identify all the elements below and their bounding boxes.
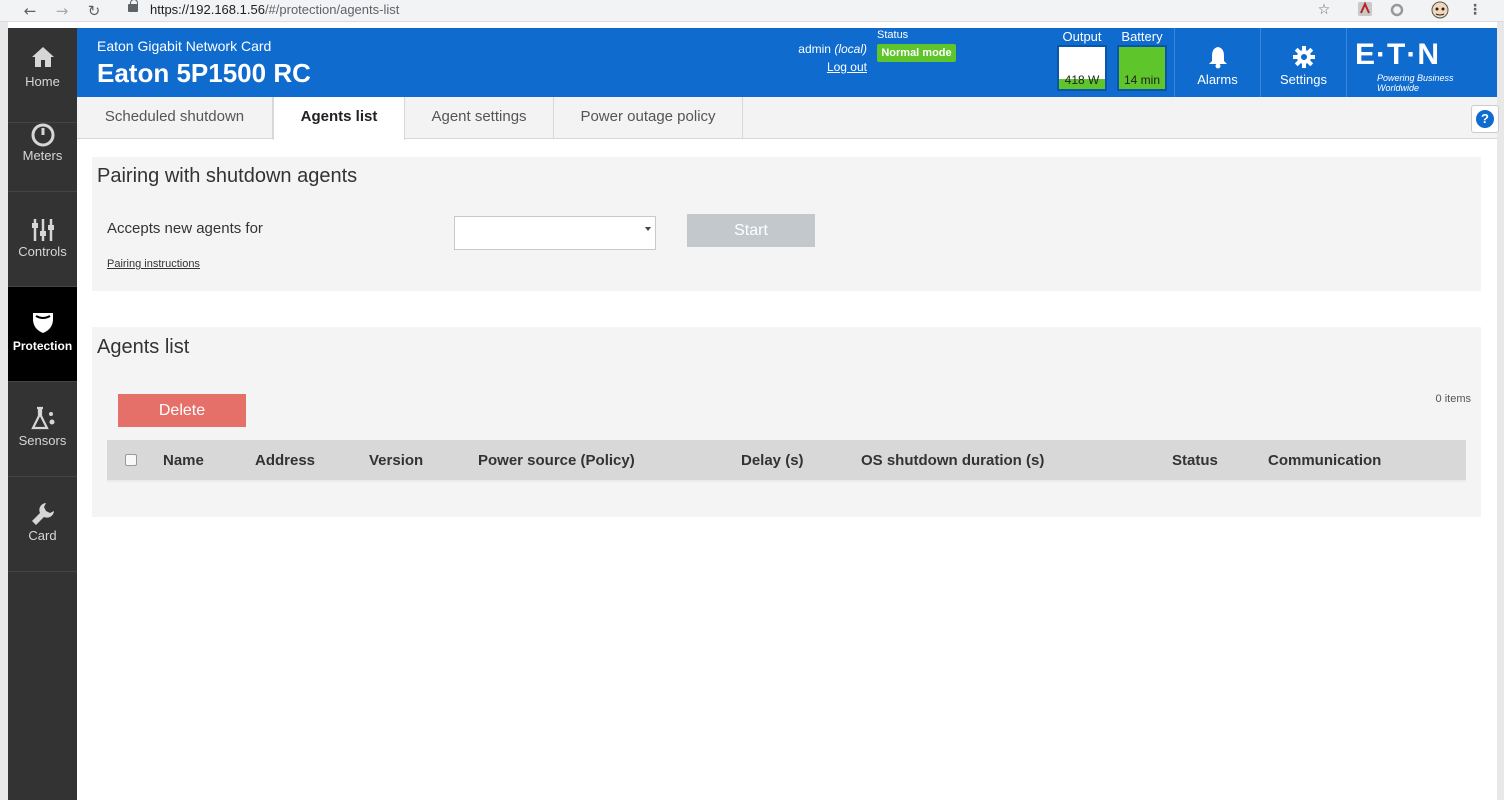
app-header: Eaton Gigabit Network Card Eaton 5P1500 … [77,28,1497,97]
alarms-button[interactable]: Alarms [1174,28,1260,97]
window-frame-right [1497,22,1504,800]
sidebar-item-label: Meters [22,148,63,163]
chevron-down-icon [645,227,651,231]
agents-title: Agents list [97,336,190,358]
settings-label: Settings [1280,72,1327,87]
start-button[interactable]: Start [687,214,815,247]
url-host: https://192.168.1.56 [150,2,265,17]
sidebar-item-controls[interactable]: Controls [8,192,77,287]
user-info: admin (local) [777,42,867,56]
battery-gauge[interactable]: 14 min [1117,45,1167,91]
star-icon[interactable]: ☆ [1314,1,1334,19]
column-header-delay[interactable]: Delay (s) [741,440,804,482]
sidebar-item-protection[interactable]: Protection [8,287,77,382]
help-icon: ? [1476,110,1494,128]
column-header-version[interactable]: Version [369,440,423,482]
accepts-duration-select[interactable] [454,216,656,250]
settings-button[interactable]: Settings [1260,28,1346,97]
logout-link[interactable]: Log out [797,60,867,74]
user-name: admin [798,42,831,56]
back-arrow-icon[interactable]: ← [20,1,40,21]
output-label: Output [1062,29,1102,44]
help-button[interactable]: ? [1471,105,1499,133]
pairing-panel: Pairing with shutdown agents Accepts new… [92,157,1481,291]
menu-dots-icon[interactable]: ⋮ [1468,1,1482,19]
device-title: Eaton 5P1500 RC [97,58,311,88]
delete-button[interactable]: Delete [118,394,246,427]
profile-avatar-icon[interactable] [1430,1,1450,19]
sidebar-item-label: Sensors [18,433,67,448]
flask-icon [31,406,55,430]
tab-scheduled-shutdown[interactable]: Scheduled shutdown [77,97,273,139]
device-subtitle: Eaton Gigabit Network Card [97,38,272,54]
tab-power-outage-policy[interactable]: Power outage policy [554,97,743,139]
items-count: 0 items [1435,393,1471,405]
circle-extension-icon[interactable] [1388,1,1406,19]
pdf-extension-icon[interactable] [1356,1,1374,19]
url-text[interactable]: https://192.168.1.56/#/protection/agents… [150,2,399,17]
bell-icon [1209,47,1227,69]
sidebar-item-sensors[interactable]: Sensors [8,382,77,477]
column-header-os-shutdown-duration[interactable]: OS shutdown duration (s) [861,440,1044,482]
column-header-address[interactable]: Address [255,440,315,482]
home-icon [32,47,54,67]
sidebar: Home Meters Controls Protection Sensors … [8,28,77,800]
tab-agents-list[interactable]: Agents list [273,97,405,140]
table-header: Name Address Version Power source (Polic… [107,440,1466,482]
battery-label: Battery [1121,29,1163,44]
pairing-title: Pairing with shutdown agents [97,165,358,187]
sidebar-item-label: Card [28,528,57,543]
sidebar-item-card[interactable]: Card [8,477,77,572]
sidebar-item-label: Controls [18,244,67,259]
sidebar-item-meters[interactable]: Meters [8,97,77,192]
tab-bar: Scheduled shutdown Agents list Agent set… [77,97,1497,140]
wrench-icon [32,503,54,525]
browser-toolbar: ← → ↻ https://192.168.1.56/#/protection/… [0,0,1504,22]
pairing-instructions-link[interactable]: Pairing instructions [107,258,200,270]
column-header-communication[interactable]: Communication [1268,440,1381,482]
status-badge: Normal mode [877,44,956,62]
gear-icon [1293,46,1315,68]
output-gauge[interactable]: 418 W [1057,45,1107,91]
output-value: 418 W [1064,73,1100,87]
reload-icon[interactable]: ↻ [84,1,104,21]
logo-tagline: Powering Business Worldwide [1377,73,1454,93]
column-header-name[interactable]: Name [163,440,204,482]
gauge-icon [31,123,55,147]
tab-agent-settings[interactable]: Agent settings [405,97,554,139]
window-frame-left [0,22,8,800]
column-header-power-source[interactable]: Power source (Policy) [478,440,635,482]
battery-value: 14 min [1123,73,1161,87]
sidebar-item-label: Home [25,74,60,89]
agents-panel: Agents list Delete 0 items Name Address … [92,327,1481,517]
alarms-label: Alarms [1197,72,1238,87]
sliders-icon [32,219,54,241]
user-location: (local) [834,42,867,56]
forward-arrow-icon[interactable]: → [52,1,72,21]
select-all-checkbox[interactable] [125,454,137,466]
eaton-logo: E·T·N [1355,38,1440,71]
status-label: Status [877,29,909,41]
column-header-status[interactable]: Status [1172,440,1218,482]
accepts-label: Accepts new agents for [107,220,263,237]
shield-icon [33,313,53,333]
url-path: /#/protection/agents-list [264,2,400,17]
sidebar-item-label: Protection [12,339,73,353]
lock-icon [128,0,138,12]
